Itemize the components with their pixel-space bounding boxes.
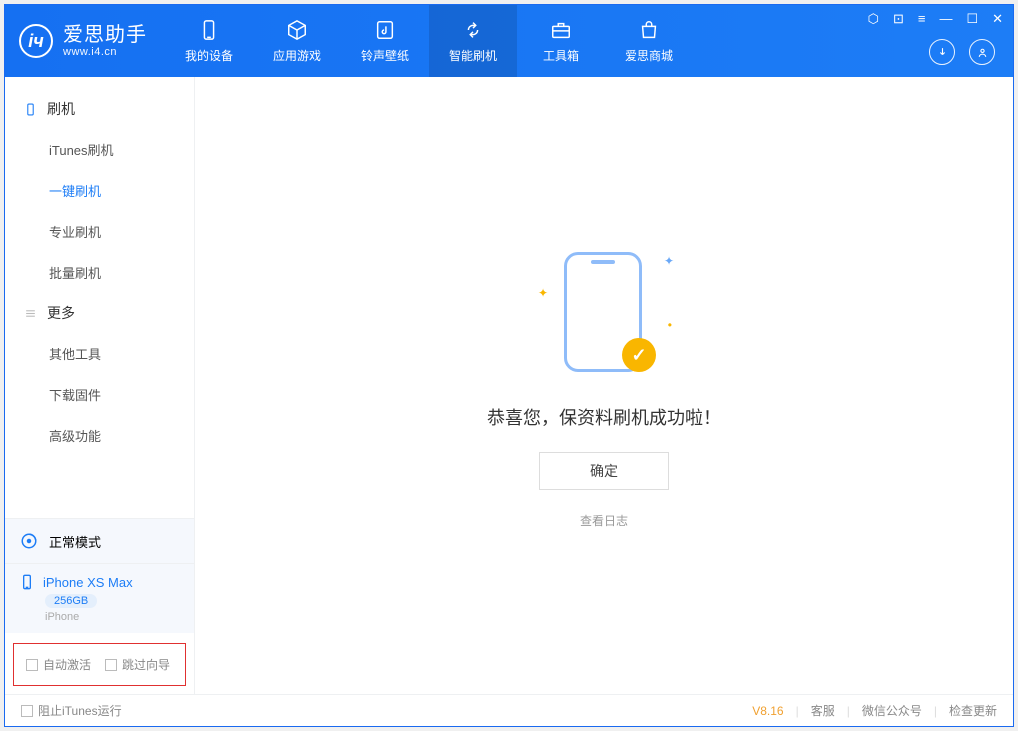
main-tabs: 我的设备 应用游戏 铃声壁纸 智能刷机 [165,5,693,77]
tab-label: 我的设备 [185,47,233,64]
success-illustration: ✦ ✦ • ✓ [534,242,674,382]
version-label: V8.16 [752,704,783,718]
tab-ringtones[interactable]: 铃声壁纸 [341,5,429,77]
tab-label: 智能刷机 [449,47,497,64]
tab-label: 铃声壁纸 [361,47,409,64]
checkbox-icon [21,705,33,717]
checkbox-label: 阻止iTunes运行 [38,702,122,719]
header-right-icons [929,39,995,65]
status-link-wechat[interactable]: 微信公众号 [862,702,922,719]
tab-label: 工具箱 [543,47,579,64]
device-storage: 256GB [45,594,97,608]
bag-icon [637,18,661,42]
app-window: iч 爱思助手 www.i4.cn 我的设备 应用游戏 [4,4,1014,727]
ok-button[interactable]: 确定 [539,452,669,490]
status-link-update[interactable]: 检查更新 [949,702,997,719]
device-icon [197,18,221,42]
highlighted-options: 自动激活 跳过向导 [13,643,186,686]
check-icon: ✓ [622,338,656,372]
mode-label: 正常模式 [49,532,101,551]
app-name: 爱思助手 [63,24,147,46]
window-controls: ⬡ ⊡ ≡ — ☐ ✕ [868,11,1003,27]
checkbox-skip-guide[interactable]: 跳过向导 [105,656,170,673]
cube-icon [285,18,309,42]
statusbar: 阻止iTunes运行 V8.16 | 客服 | 微信公众号 | 检查更新 [5,694,1013,726]
main-content: ✦ ✦ • ✓ 恭喜您，保资料刷机成功啦！ 确定 查看日志 [195,77,1013,694]
device-name: iPhone XS Max [43,575,133,590]
success-message: 恭喜您，保资料刷机成功啦！ [487,404,721,430]
download-button[interactable] [929,39,955,65]
sparkle-icon: ✦ [538,286,548,300]
sidebar-item-onekey-flash[interactable]: 一键刷机 [5,170,194,211]
tab-toolbox[interactable]: 工具箱 [517,5,605,77]
tab-store[interactable]: 爱思商城 [605,5,693,77]
checkbox-auto-activate[interactable]: 自动激活 [26,656,91,673]
music-icon [373,18,397,42]
tab-my-device[interactable]: 我的设备 [165,5,253,77]
skin-button[interactable]: ⬡ [868,11,879,27]
tab-label: 应用游戏 [273,47,321,64]
menu-button[interactable]: ≡ [918,11,926,27]
mode-icon [19,531,39,551]
device-cards: 正常模式 iPhone XS Max 256GB iPhone [5,518,194,633]
toolbox-icon [549,18,573,42]
sidebar-section-flash: 刷机 [5,89,194,129]
sidebar-item-pro-flash[interactable]: 专业刷机 [5,211,194,252]
close-button[interactable]: ✕ [992,11,1003,27]
user-button[interactable] [969,39,995,65]
section-title: 刷机 [47,99,75,119]
logo-icon: iч [19,24,53,58]
maximize-button[interactable]: ☐ [966,11,978,27]
refresh-icon [461,18,485,42]
phone-outline-icon [23,102,37,116]
device-card[interactable]: iPhone XS Max 256GB iPhone [5,564,194,633]
checkbox-icon [105,659,117,671]
section-title: 更多 [47,303,75,323]
app-url: www.i4.cn [63,46,147,58]
sidebar-item-itunes-flash[interactable]: iTunes刷机 [5,129,194,170]
checkbox-label: 跳过向导 [122,656,170,673]
device-type: iPhone [45,611,180,623]
mode-card[interactable]: 正常模式 [5,519,194,564]
sidebar-item-advanced[interactable]: 高级功能 [5,415,194,456]
logo: iч 爱思助手 www.i4.cn [5,5,165,77]
tab-label: 爱思商城 [625,47,673,64]
sidebar-section-more: 更多 [5,293,194,333]
titlebar: iч 爱思助手 www.i4.cn 我的设备 应用游戏 [5,5,1013,77]
checkbox-block-itunes[interactable]: 阻止iTunes运行 [21,702,122,719]
body: 刷机 iTunes刷机 一键刷机 专业刷机 批量刷机 更多 其他工具 下载固件 … [5,77,1013,694]
sparkle-icon: • [668,318,672,332]
hamburger-icon [23,306,37,320]
sidebar: 刷机 iTunes刷机 一键刷机 专业刷机 批量刷机 更多 其他工具 下载固件 … [5,77,195,694]
view-log-link[interactable]: 查看日志 [580,512,628,529]
feedback-button[interactable]: ⊡ [893,11,904,27]
checkbox-icon [26,659,38,671]
device-small-icon [19,574,35,590]
sparkle-icon: ✦ [664,254,674,268]
sidebar-item-batch-flash[interactable]: 批量刷机 [5,252,194,293]
checkbox-label: 自动激活 [43,656,91,673]
tab-apps[interactable]: 应用游戏 [253,5,341,77]
sidebar-item-other-tools[interactable]: 其他工具 [5,333,194,374]
sidebar-item-download-fw[interactable]: 下载固件 [5,374,194,415]
tab-flash[interactable]: 智能刷机 [429,5,517,77]
minimize-button[interactable]: — [939,11,952,27]
status-link-support[interactable]: 客服 [811,702,835,719]
